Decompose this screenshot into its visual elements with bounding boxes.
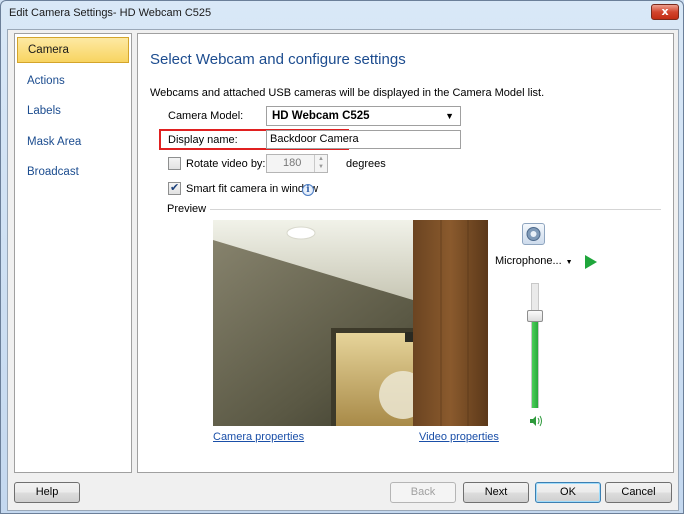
dialog-window: Edit Camera Settings- HD Webcam C525 x C… [0, 0, 684, 514]
title-bar[interactable]: Edit Camera Settings- HD Webcam C525 x [1, 1, 683, 28]
video-properties-link[interactable]: Video properties [419, 431, 499, 443]
smart-fit-checkbox[interactable]: ✔ [168, 181, 181, 195]
volume-slider-thumb[interactable] [527, 310, 543, 322]
display-name-field[interactable]: Backdoor Camera [266, 130, 461, 149]
speaker-icon [530, 415, 542, 427]
microphone-select[interactable]: Microphone... ▼ [495, 255, 573, 267]
degrees-unit-label: degrees [346, 158, 386, 170]
play-icon[interactable] [585, 255, 597, 269]
volume-level-fill [532, 322, 538, 408]
preview-divider [210, 209, 661, 210]
sidebar-item-broadcast[interactable]: Broadcast [17, 159, 129, 185]
rotate-video-checkbox[interactable] [168, 157, 181, 170]
camera-settings-button[interactable] [522, 223, 545, 245]
help-button[interactable]: Help [14, 482, 80, 503]
window-title: Edit Camera Settings- HD Webcam C525 [9, 7, 212, 19]
sidebar-item-mask-area[interactable]: Mask Area [17, 129, 129, 155]
close-button[interactable]: x [651, 4, 679, 20]
preview-label: Preview [167, 203, 207, 215]
info-icon[interactable]: i [302, 184, 314, 196]
page-title: Select Webcam and configure settings [150, 51, 406, 68]
camera-preview-image [213, 220, 488, 426]
camera-preview-video [213, 220, 488, 426]
cancel-button[interactable]: Cancel [605, 482, 672, 503]
gear-icon [526, 227, 541, 241]
rotate-degrees-stepper[interactable]: 180 ▲ ▼ [266, 154, 328, 173]
rotate-video-label: Rotate video by: [186, 158, 266, 170]
settings-panel: Select Webcam and configure settings Web… [137, 33, 674, 473]
checkmark-icon: ✔ [170, 181, 180, 194]
dropdown-arrow-icon: ▼ [565, 259, 573, 266]
ok-button[interactable]: OK [535, 482, 601, 503]
dialog-client-area: Camera Actions Labels Mask Area Broadcas… [7, 29, 679, 511]
rotate-degrees-value: 180 [283, 157, 302, 169]
camera-model-value: HD Webcam C525 [272, 110, 370, 122]
sidebar-nav: Camera Actions Labels Mask Area Broadcas… [14, 33, 132, 473]
next-button[interactable]: Next [463, 482, 529, 503]
display-name-label: Display name: [168, 134, 238, 146]
smart-fit-label: Smart fit camera in window [186, 183, 319, 195]
sidebar-item-camera[interactable]: Camera [17, 37, 129, 63]
close-icon: x [661, 5, 669, 18]
camera-model-label: Camera Model: [168, 110, 244, 122]
back-button[interactable]: Back [390, 482, 456, 503]
camera-model-select[interactable]: HD Webcam C525 ▼ [266, 106, 461, 126]
microphone-label: Microphone... [495, 255, 562, 267]
dropdown-arrow-icon: ▼ [445, 111, 454, 121]
sidebar-item-labels[interactable]: Labels [17, 98, 129, 124]
sidebar-item-actions[interactable]: Actions [17, 68, 129, 94]
page-description: Webcams and attached USB cameras will be… [150, 87, 545, 99]
camera-properties-link[interactable]: Camera properties [213, 431, 304, 443]
stepper-arrows-icon[interactable]: ▲ ▼ [314, 155, 327, 172]
